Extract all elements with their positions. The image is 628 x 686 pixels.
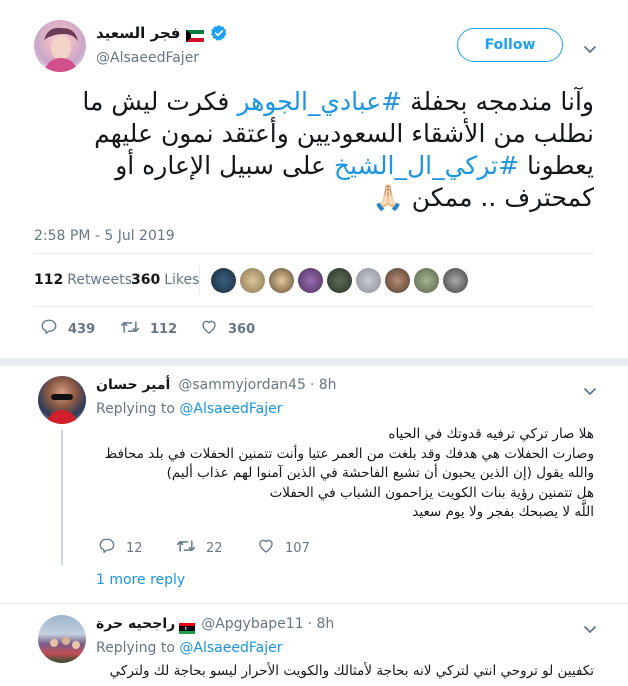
tweet-text-segment: وآنا مندمجه بحفلة [402, 87, 594, 116]
reply-author-name[interactable]: راجحيه حرة [96, 616, 175, 632]
thread-line [61, 430, 63, 565]
reply-text: هلا صار تركي ترفيه قدوتك في الحياه وصارت… [96, 425, 594, 523]
reply-icon [40, 318, 58, 340]
like-count: 107 [285, 540, 310, 556]
retweet-icon [120, 318, 140, 340]
reply-time[interactable]: · 8h [308, 616, 335, 632]
likes-count: 360 [131, 272, 161, 288]
liker-avatar[interactable] [327, 268, 352, 293]
chevron-down-icon[interactable] [583, 620, 597, 634]
kuwait-flag-icon [186, 27, 205, 42]
reply-line: اللَّه لا يصبحك بفجر ولا يوم سعيد [412, 504, 594, 520]
reply-time[interactable]: · 8h [310, 377, 337, 393]
reply-avatar[interactable] [38, 376, 86, 424]
reply-line: هلا صار تركي ترفيه قدوتك في الحياه [388, 426, 594, 442]
follow-button[interactable]: Follow [457, 28, 563, 62]
liker-avatar[interactable] [298, 268, 323, 293]
retweet-count: 22 [206, 540, 223, 556]
liker-avatar[interactable] [385, 268, 410, 293]
replying-label: Replying to [96, 401, 175, 417]
replying-to: Replying to @AlsaeedFajer [96, 401, 282, 417]
replying-to-handle[interactable]: @AlsaeedFajer [179, 401, 282, 417]
reply-line: هل تتمنين رؤية بنات الكويت يزاحمون الشبا… [269, 484, 594, 501]
author-avatar[interactable] [34, 20, 86, 72]
retweets-count: 112 [34, 272, 64, 288]
replying-to: Replying to @AlsaeedFajer [96, 640, 282, 656]
reply-author-handle[interactable]: @Apgybape11 [201, 616, 303, 632]
reply-action[interactable]: 439 [40, 318, 95, 340]
liker-avatar[interactable] [414, 268, 439, 293]
retweet-count: 112 [150, 321, 178, 337]
section-divider [0, 358, 628, 366]
author-handle[interactable]: @AlsaeedFajer [96, 50, 199, 66]
retweets-stat[interactable]: 112 Retweets [34, 272, 132, 288]
reply-author-row: أمير حسان @sammyjordan45 · 8h [96, 377, 337, 393]
like-action[interactable]: 107 [257, 537, 310, 559]
heart-icon [257, 537, 275, 559]
reply-avatar[interactable] [38, 615, 86, 663]
divider [34, 253, 594, 254]
retweets-label: Retweets [67, 272, 132, 288]
author-name-row: فجر السعيد [96, 24, 228, 42]
liker-avatar[interactable] [269, 268, 294, 293]
likes-label: Likes [164, 272, 200, 288]
retweet-action[interactable]: 112 [120, 318, 177, 340]
reply-author-name[interactable]: أمير حسان [96, 377, 170, 393]
reply-icon [98, 537, 116, 559]
replying-label: Replying to [96, 640, 175, 656]
author-name[interactable]: فجر السعيد [96, 24, 180, 42]
verified-badge-icon [210, 24, 228, 42]
reply-line: تكفيين لو تروحي انتي لتركي لانه بحاجة لأ… [109, 663, 594, 679]
reply-line: والله يقول (إن الذين يحبون أن تشيع الفاح… [166, 465, 594, 481]
likes-divider [199, 266, 200, 294]
reply-action[interactable]: 12 [98, 537, 143, 559]
heart-icon [200, 318, 218, 340]
like-action[interactable]: 360 [200, 318, 255, 340]
retweet-action[interactable]: 22 [176, 537, 223, 559]
reply-author-handle[interactable]: @sammyjordan45 [178, 377, 306, 393]
reply-count: 439 [68, 321, 96, 337]
liker-avatar[interactable] [240, 268, 265, 293]
reply-author-row: راجحيه حرة @Apgybape11 · 8h [96, 616, 335, 634]
reply-count: 12 [126, 540, 143, 556]
hashtag-link[interactable]: #تركي_ال_الشيخ [334, 151, 519, 180]
like-count: 360 [228, 321, 256, 337]
chevron-down-icon[interactable] [583, 40, 597, 54]
divider [34, 306, 594, 307]
tweet-timestamp[interactable]: 2:58 PM - 5 Jul 2019 [34, 228, 175, 244]
tweet-text: وآنا مندمجه بحفلة #عبادي_الجوهر فكرت ليش… [40, 86, 594, 214]
liker-avatar[interactable] [356, 268, 381, 293]
replying-to-handle[interactable]: @AlsaeedFajer [179, 640, 282, 656]
reply-text: تكفيين لو تروحي انتي لتركي لانه بحاجة لأ… [96, 662, 594, 682]
more-replies-link[interactable]: 1 more reply [96, 572, 185, 588]
chevron-down-icon[interactable] [583, 382, 597, 396]
liker-avatar[interactable] [211, 268, 236, 293]
hashtag-link[interactable]: #عبادي_الجوهر [237, 87, 402, 116]
divider [0, 603, 628, 604]
libya-flag-icon [179, 619, 196, 634]
reply-line: وصارت الحفلات هي هدفك وقد بلغت من العمر … [104, 445, 594, 462]
retweet-icon [176, 537, 196, 559]
likes-stat[interactable]: 360 Likes [131, 272, 199, 288]
liker-avatar[interactable] [443, 268, 468, 293]
